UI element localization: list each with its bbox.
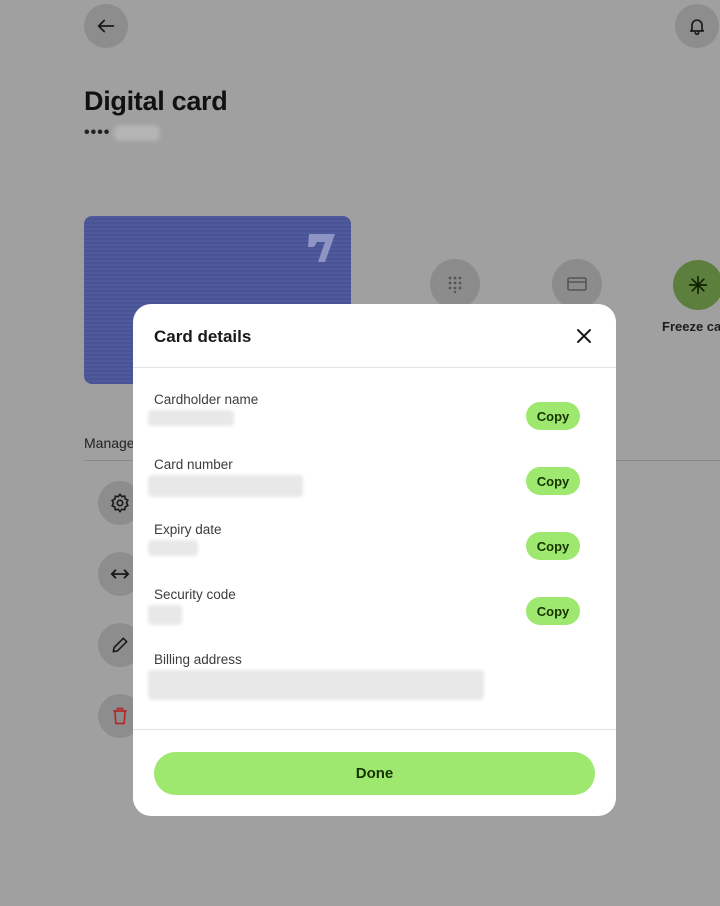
card-number-row: Card number Copy xyxy=(148,457,594,513)
done-button[interactable]: Done xyxy=(154,752,595,795)
close-button[interactable] xyxy=(569,321,599,351)
billing-address-row: Billing address xyxy=(148,652,594,708)
notifications-button[interactable] xyxy=(675,4,719,48)
pencil-icon xyxy=(112,637,128,653)
card-details-button[interactable] xyxy=(552,259,602,309)
freeze-card-button[interactable] xyxy=(673,260,720,310)
card-details-modal: Card details Cardholder name Copy Card n… xyxy=(133,304,616,816)
arrows-horizontal-icon xyxy=(110,569,130,579)
security-code-label: Security code xyxy=(154,587,236,602)
cardholder-name-label: Cardholder name xyxy=(154,392,259,407)
card-number-label: Card number xyxy=(154,457,233,472)
back-button[interactable] xyxy=(84,4,128,48)
brand-logo-icon xyxy=(307,230,337,273)
card-number-value-redacted xyxy=(148,475,303,497)
cardholder-name-row: Cardholder name Copy xyxy=(148,392,594,448)
cardholder-name-value-redacted xyxy=(148,410,234,426)
modal-footer-divider xyxy=(133,729,616,730)
expiry-date-row: Expiry date Copy xyxy=(148,522,594,578)
copy-expiry-date-button[interactable]: Copy xyxy=(526,532,580,560)
modal-header: Card details xyxy=(133,304,616,368)
expiry-date-label: Expiry date xyxy=(154,522,222,537)
gear-icon xyxy=(111,492,129,513)
arrow-left-icon xyxy=(97,19,115,33)
trash-icon xyxy=(113,707,127,725)
modal-title: Card details xyxy=(154,327,252,346)
show-pin-button[interactable] xyxy=(430,259,480,309)
redacted-card-digits xyxy=(114,125,160,141)
security-code-row: Security code Copy xyxy=(148,587,594,643)
snowflake-icon xyxy=(688,275,708,295)
manage-section-label: Manage xyxy=(84,435,135,451)
card-icon xyxy=(567,277,587,291)
expiry-date-value-redacted xyxy=(148,540,198,556)
copy-card-number-button[interactable]: Copy xyxy=(526,467,580,495)
copy-cardholder-name-button[interactable]: Copy xyxy=(526,402,580,430)
copy-security-code-button[interactable]: Copy xyxy=(526,597,580,625)
close-icon xyxy=(577,329,591,343)
security-code-value-redacted xyxy=(148,605,182,625)
billing-address-value-redacted xyxy=(148,670,484,700)
billing-address-label: Billing address xyxy=(154,652,242,667)
page-title: Digital card xyxy=(84,86,228,116)
card-number-mask: •••• xyxy=(84,124,111,141)
keypad-icon xyxy=(448,276,462,293)
freeze-card-label: Freeze ca xyxy=(662,319,720,334)
bell-icon xyxy=(689,19,705,36)
